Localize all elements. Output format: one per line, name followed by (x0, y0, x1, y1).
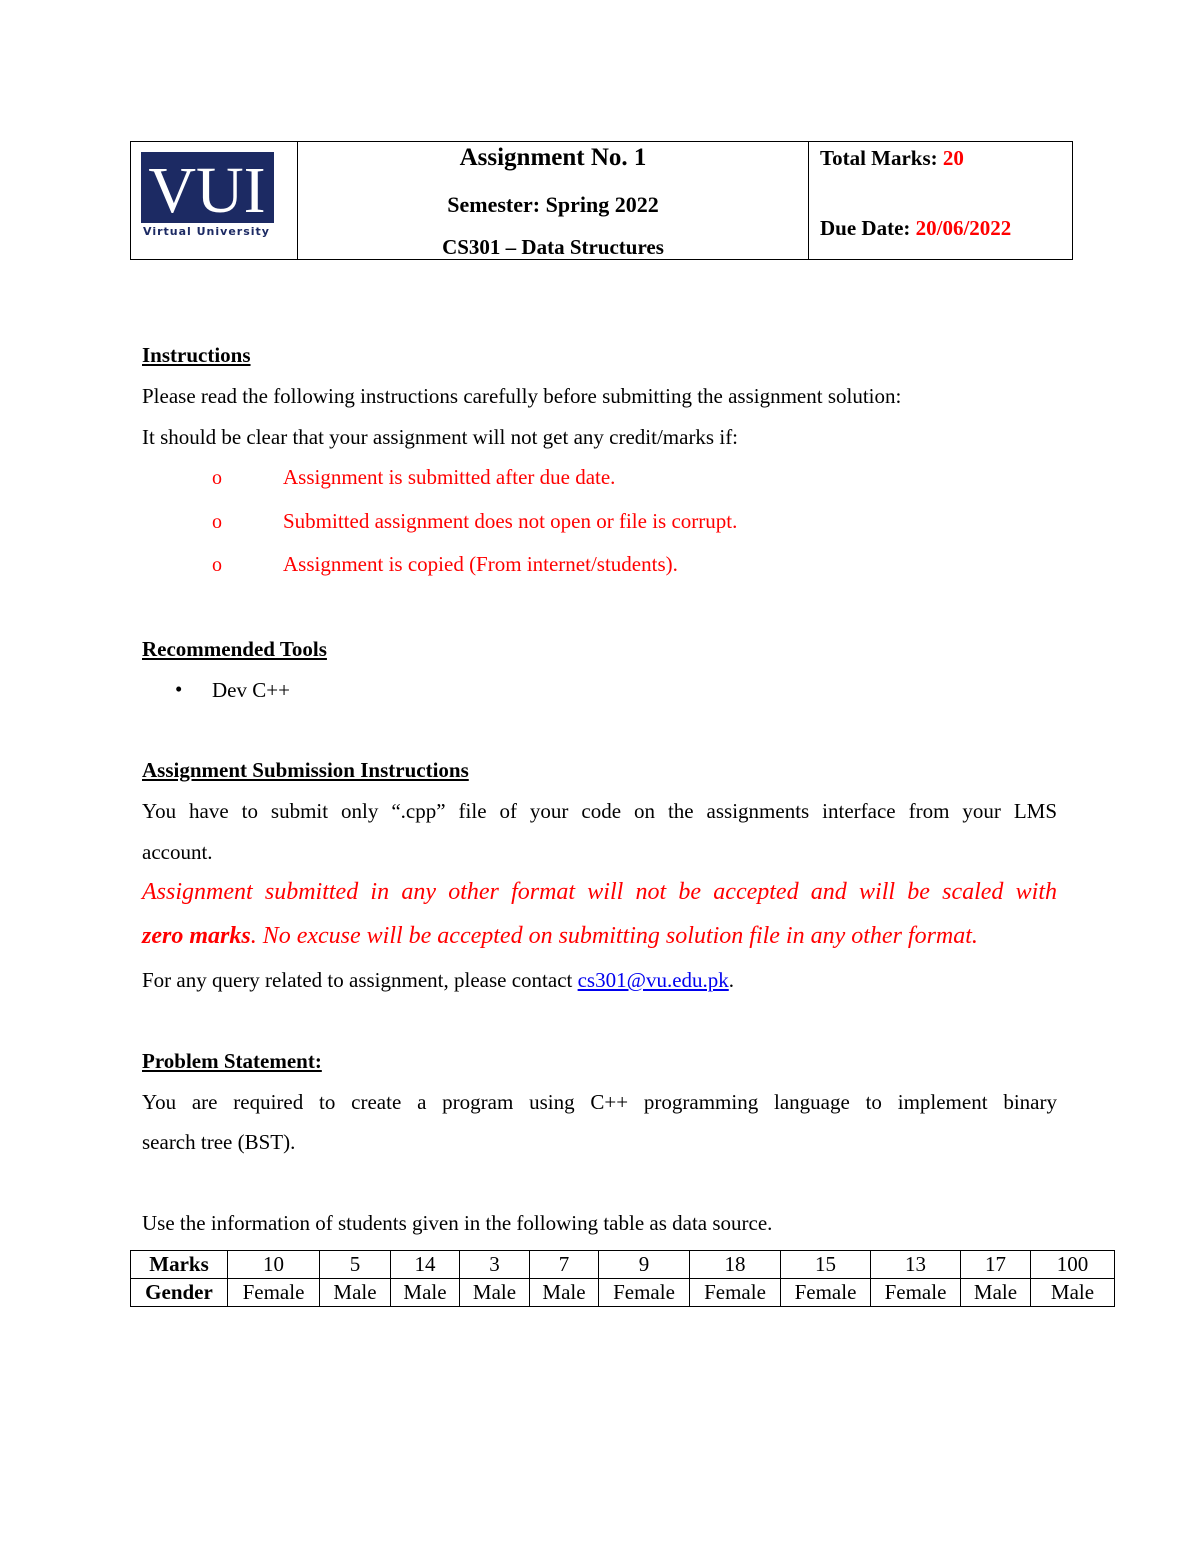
gender-cell: Female (780, 1278, 871, 1307)
course-title: CS301 – Data Structures (442, 235, 664, 259)
total-marks-label: Total Marks: (820, 146, 943, 170)
marks-cell: 5 (319, 1250, 391, 1279)
gender-cell: Female (227, 1278, 320, 1307)
format-warning-line-2: zero marks. No excuse will be accepted o… (142, 923, 978, 950)
contact-end: . (728, 968, 735, 992)
zero-marks-emphasis: zero marks (142, 923, 251, 949)
marks-cell: 9 (598, 1250, 690, 1279)
gender-cell: Female (689, 1278, 781, 1307)
list-item: Assignment is copied (From internet/stud… (283, 552, 678, 576)
contact-line: For any query related to assignment, ple… (142, 968, 734, 993)
gender-row: Gender Female Male Male Male Male Female… (130, 1278, 1115, 1307)
marks-cell: 17 (960, 1250, 1031, 1279)
submission-line-1: You have to submit only “.cpp” file of y… (142, 799, 1057, 823)
semester: Semester: Spring 2022 (447, 192, 659, 217)
problem-line-2: search tree (BST). (142, 1130, 296, 1154)
marks-cell: 10 (227, 1250, 320, 1279)
due-date-label: Due Date: (820, 216, 916, 240)
vu-logo: VUI (141, 152, 274, 223)
assignment-header-table: VUI Virtual University Assignment No. 1 … (130, 141, 1073, 260)
problem-line-1: You are required to create a program usi… (142, 1090, 1057, 1114)
contact-text: For any query related to assignment, ple… (142, 968, 578, 992)
submission-heading: Assignment Submission Instructions (142, 758, 469, 782)
vu-logo-icon: VUI (148, 154, 265, 223)
row-label-gender: Gender (130, 1278, 228, 1307)
circle-bullet-icon: o (212, 511, 222, 533)
marks-cell: 15 (780, 1250, 871, 1279)
marks-cell: 13 (870, 1250, 961, 1279)
list-item: Submitted assignment does not open or fi… (283, 509, 738, 533)
gender-cell: Female (598, 1278, 690, 1307)
students-table: Marks 10 5 14 3 7 9 18 15 13 17 100 Gend… (130, 1250, 1115, 1307)
table-intro: Use the information of students given in… (142, 1211, 773, 1235)
logo-cell: VUI Virtual University (131, 142, 298, 259)
marks-cell: Total Marks: 20 Due Date: 20/06/2022 (809, 142, 1072, 259)
format-warning-rest: . No excuse will be accepted on submitti… (250, 923, 978, 949)
problem-heading: Problem Statement: (142, 1049, 322, 1073)
assignment-title: Assignment No. 1 (459, 144, 647, 171)
marks-cell: 3 (459, 1250, 530, 1279)
row-label-marks: Marks (130, 1250, 228, 1279)
gender-cell: Female (870, 1278, 961, 1307)
bullet-icon: • (175, 677, 183, 701)
marks-cell: 14 (390, 1250, 460, 1279)
gender-cell: Male (319, 1278, 391, 1307)
gender-cell: Male (459, 1278, 530, 1307)
instructions-heading: Instructions (142, 343, 251, 367)
marks-cell: 7 (529, 1250, 599, 1279)
circle-bullet-icon: o (212, 467, 222, 489)
list-item: Assignment is submitted after due date. (283, 465, 616, 489)
contact-email-link[interactable]: cs301@vu.edu.pk (578, 968, 729, 992)
total-marks: Total Marks: 20 (820, 146, 964, 171)
gender-cell: Male (390, 1278, 460, 1307)
logo-subtitle: Virtual University (143, 225, 270, 238)
total-marks-value: 20 (942, 146, 964, 170)
title-cell: Assignment No. 1 Semester: Spring 2022 C… (298, 142, 809, 259)
gender-cell: Male (529, 1278, 599, 1307)
marks-cell: 100 (1030, 1250, 1115, 1279)
submission-line-2: account. (142, 840, 213, 864)
tools-heading: Recommended Tools (142, 637, 327, 661)
marks-row: Marks 10 5 14 3 7 9 18 15 13 17 100 (130, 1250, 1115, 1279)
circle-bullet-icon: o (212, 554, 222, 576)
due-date: Due Date: 20/06/2022 (820, 216, 1011, 241)
marks-cell: 18 (689, 1250, 781, 1279)
instructions-line-2: It should be clear that your assignment … (142, 425, 739, 449)
format-warning-line-1: Assignment submitted in any other format… (142, 879, 1057, 905)
gender-cell: Male (960, 1278, 1031, 1307)
instructions-line-1: Please read the following instructions c… (142, 384, 902, 408)
logo-letters: VUI (148, 154, 265, 223)
gender-cell: Male (1030, 1278, 1115, 1307)
tool-item: Dev C++ (212, 678, 290, 702)
due-date-value: 20/06/2022 (915, 216, 1012, 240)
